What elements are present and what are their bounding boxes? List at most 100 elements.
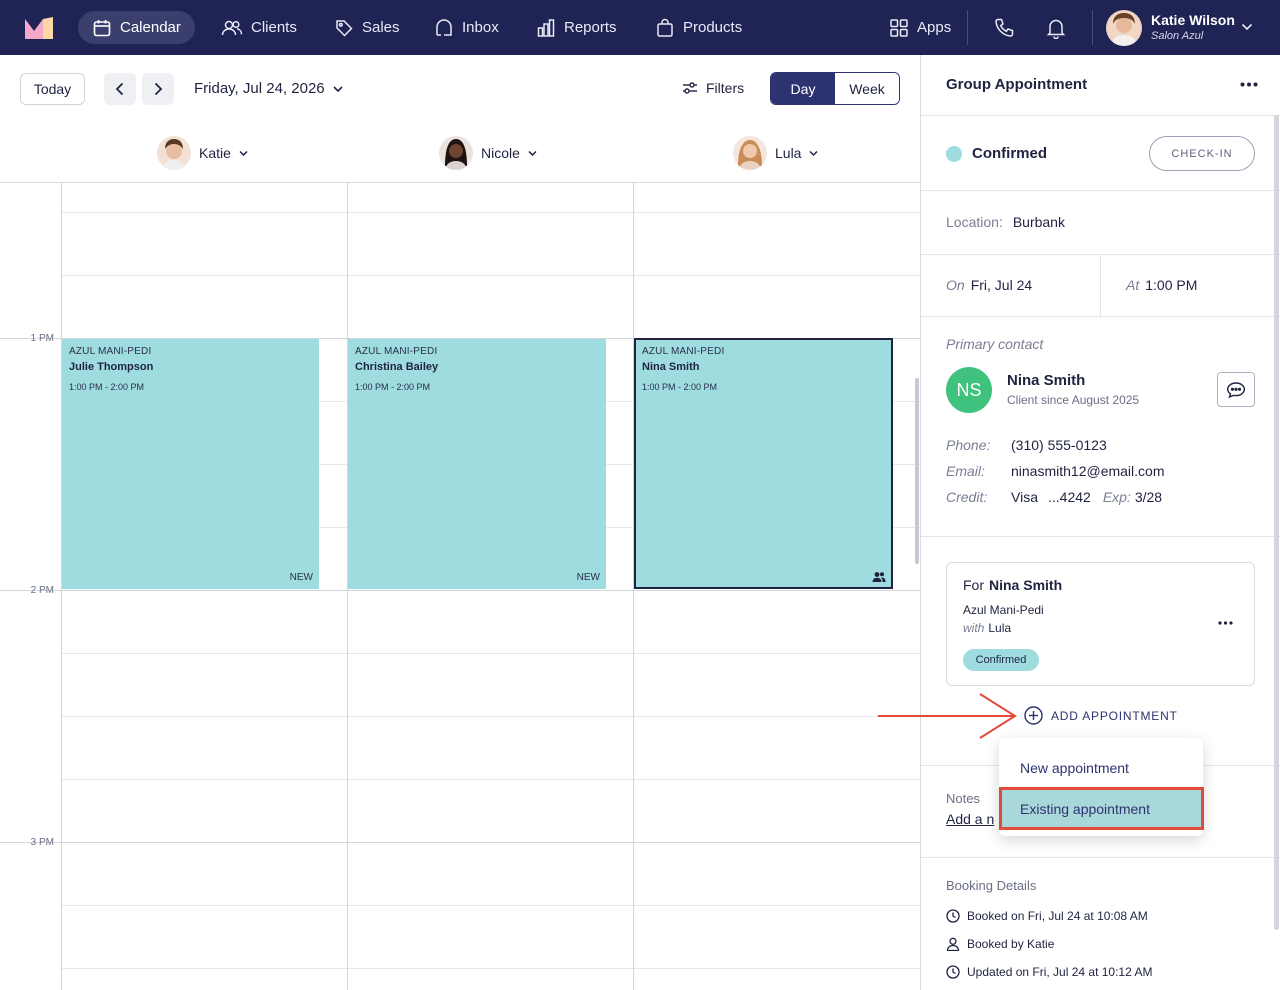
view-week-button[interactable]: Week [835, 73, 899, 104]
credit-label: Credit: [946, 489, 988, 505]
on-label: On [946, 277, 965, 293]
nav-products[interactable]: Products [641, 11, 756, 44]
staff-header-nicole[interactable]: Nicole [439, 135, 537, 171]
brand-logo[interactable] [25, 17, 53, 39]
nav-clients[interactable]: Clients [207, 11, 311, 44]
time-row[interactable]: At 1:00 PM [1126, 277, 1197, 293]
status-dot [946, 146, 962, 162]
plus-circle-icon [1024, 706, 1043, 725]
nav-calendar[interactable]: Calendar [78, 11, 195, 44]
email-value[interactable]: ninasmith12@email.com [1011, 463, 1165, 479]
grid-line-hour [0, 590, 920, 591]
booked-by-row: Booked by Katie [946, 937, 1054, 951]
appointment-client: Nina Smith [642, 361, 700, 373]
card-brand: Visa [1011, 489, 1038, 505]
nav-apps[interactable]: Apps [875, 11, 965, 44]
phone-value[interactable]: (310) 555-0123 [1011, 437, 1107, 453]
appointment-block[interactable]: AZUL MANI-PEDI Julie Thompson 1:00 PM - … [62, 339, 319, 589]
top-navigation: Calendar Clients Sales Inbox Reports Pro… [0, 0, 1280, 55]
chat-bubble-icon [1226, 381, 1246, 399]
card-service: Azul Mani-Pedi [963, 603, 1044, 617]
grid-line [62, 779, 920, 780]
time-label: 2 PM [30, 585, 54, 596]
clock-icon [946, 909, 960, 923]
menu-item-existing-appointment[interactable]: Existing appointment [1020, 801, 1150, 817]
nav-products-label: Products [683, 19, 743, 36]
staff-avatar [157, 136, 191, 170]
date-row[interactable]: On Fri, Jul 24 [946, 277, 1032, 293]
bell-icon[interactable] [1046, 17, 1066, 39]
divider [921, 857, 1280, 858]
location-row[interactable]: Location: Burbank [946, 214, 1065, 230]
new-client-tag: NEW [576, 572, 600, 583]
client-since: Client since August 2025 [1007, 393, 1140, 407]
phone-label: Phone: [946, 437, 991, 453]
add-appointment-button[interactable]: ADD APPOINTMENT [1024, 706, 1178, 725]
divider [921, 115, 1280, 116]
status-label[interactable]: Confirmed [972, 145, 1047, 162]
appointment-service: AZUL MANI-PEDI [642, 346, 725, 357]
more-options-icon[interactable] [1240, 82, 1258, 87]
time-label: 3 PM [30, 837, 54, 848]
nav-sales[interactable]: Sales [320, 11, 414, 44]
updated-on-text: Updated on Fri, Jul 24 at 10:12 AM [967, 965, 1153, 979]
apps-grid-icon [889, 18, 909, 38]
grid-line [62, 905, 920, 906]
view-toggle: Day Week [770, 72, 900, 105]
client-name[interactable]: Nina Smith [1007, 372, 1085, 389]
next-day-button[interactable] [142, 73, 174, 105]
menu-item-new-appointment[interactable]: New appointment [1020, 760, 1129, 776]
booking-details-heading: Booking Details [946, 878, 1037, 893]
appointment-block[interactable]: AZUL MANI-PEDI Christina Bailey 1:00 PM … [348, 339, 606, 589]
appointment-service: AZUL MANI-PEDI [69, 346, 152, 357]
staff-header-katie[interactable]: Katie [157, 135, 248, 171]
panel-scrollbar[interactable] [1274, 115, 1279, 930]
appointment-block-selected[interactable]: AZUL MANI-PEDI Nina Smith 1:00 PM - 2:00… [634, 338, 893, 589]
location-value: Burbank [1012, 214, 1065, 230]
staff-header-lula[interactable]: Lula [733, 135, 818, 171]
view-day-button[interactable]: Day [771, 73, 835, 104]
clock-icon [946, 965, 960, 979]
notes-label: Notes [946, 791, 980, 806]
nav-sales-label: Sales [362, 19, 400, 36]
divider [921, 536, 1280, 537]
prev-day-button[interactable] [104, 73, 136, 105]
tag-icon [334, 18, 354, 38]
nav-inbox[interactable]: Inbox [420, 11, 513, 44]
grid-line [62, 212, 920, 213]
chevron-down-icon [333, 85, 343, 93]
for-name: Nina Smith [989, 577, 1063, 593]
appointment-client: Julie Thompson [69, 361, 154, 373]
check-in-button[interactable]: CHECK-IN [1149, 136, 1255, 171]
divider [921, 190, 1280, 191]
with-label: with [963, 621, 985, 635]
card-staff: with Lula [963, 621, 1011, 635]
date-picker[interactable]: Friday, Jul 24, 2026 [194, 80, 343, 97]
filters-button[interactable]: Filters [682, 80, 744, 96]
clients-icon [221, 18, 243, 38]
phone-icon[interactable] [993, 17, 1015, 39]
chevron-down-icon[interactable] [1241, 22, 1253, 32]
user-avatar[interactable] [1106, 10, 1142, 46]
nav-clients-label: Clients [251, 19, 297, 36]
nav-apps-label: Apps [917, 19, 952, 36]
grid-line [62, 968, 920, 969]
staff-avatar [439, 136, 473, 170]
staff-name: Nicole [481, 145, 520, 161]
nav-divider [967, 10, 968, 45]
calendar-scrollbar[interactable] [915, 378, 919, 564]
message-button[interactable] [1217, 372, 1255, 407]
nav-reports[interactable]: Reports [522, 11, 631, 44]
today-button[interactable]: Today [20, 73, 85, 105]
card-last4: ...4242 [1047, 489, 1091, 505]
credit-card-row: Visa ...4242 Exp: 3/28 [1011, 489, 1162, 505]
chevron-down-icon [809, 150, 818, 157]
staff-name: Katie [199, 145, 231, 161]
location-label: Location: [946, 214, 1003, 230]
updated-on-row: Updated on Fri, Jul 24 at 10:12 AM [946, 965, 1152, 979]
card-more-icon[interactable] [1218, 621, 1233, 625]
appointment-client: Christina Bailey [355, 361, 439, 373]
add-note-link[interactable]: Add a n [946, 811, 994, 827]
client-avatar[interactable]: NS [946, 367, 992, 413]
nav-calendar-label: Calendar [120, 19, 181, 36]
